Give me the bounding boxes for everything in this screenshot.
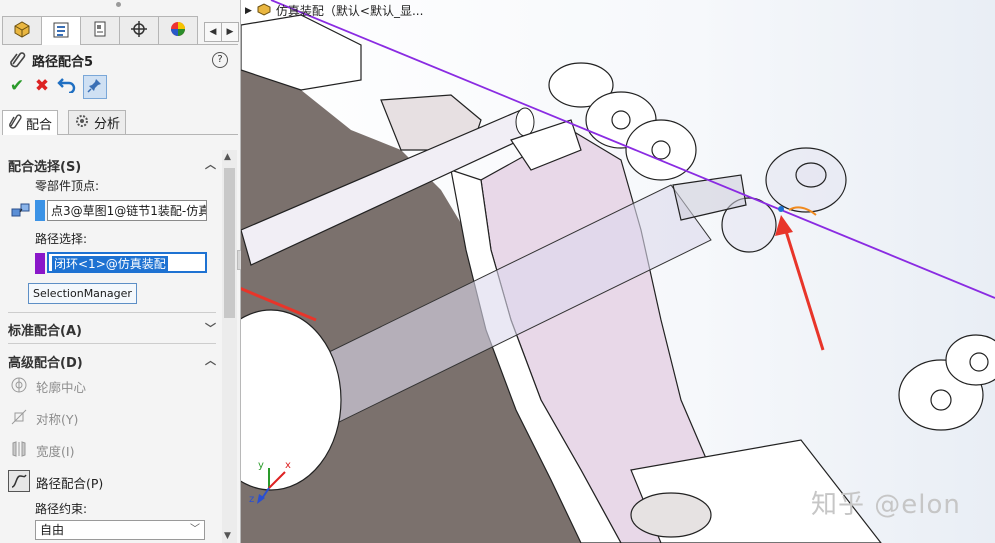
- assembly-model: y x z: [241, 0, 995, 543]
- tab-mates-label: 配合: [26, 117, 53, 133]
- page-title: 路径配合5: [32, 55, 94, 70]
- width-icon: [8, 438, 30, 460]
- tab-scroll-left[interactable]: ◀: [204, 22, 222, 42]
- path-selection-field[interactable]: 闭环<1>@仿真装配: [47, 252, 207, 273]
- triad-z-label: z: [249, 494, 254, 505]
- watermark: 知乎 @elon: [811, 490, 961, 520]
- path-constraint-value: 自由: [40, 523, 65, 537]
- help-button[interactable]: ?: [212, 52, 228, 68]
- mate-selections-title: 配合选择(S): [8, 160, 82, 175]
- tab-scroll-right[interactable]: ▶: [221, 22, 239, 42]
- ok-button[interactable]: ✔: [6, 75, 28, 97]
- feature-tree-flyout[interactable]: ▶ 仿真装配（默认<默认_显...: [245, 2, 423, 19]
- tab-display-manager[interactable]: [158, 16, 198, 44]
- path-selection-color: [35, 253, 45, 274]
- undo-button[interactable]: [56, 75, 78, 97]
- triad-y-label: y: [258, 460, 264, 471]
- symmetric-mate[interactable]: 对称(Y): [8, 406, 208, 428]
- chain-links-lower: [898, 334, 995, 431]
- symmetric-label: 对称(Y): [36, 412, 79, 427]
- checkmark-icon: ✔: [9, 76, 25, 96]
- assembly-icon: [256, 2, 272, 19]
- tab-analysis-label: 分析: [94, 117, 121, 132]
- selection-manager-button[interactable]: SelectionManager: [28, 283, 137, 304]
- standard-mates-header[interactable]: 标准配合(A) ﹀: [8, 320, 218, 339]
- display-manager-icon: [169, 20, 187, 41]
- paperclip-icon: [8, 50, 26, 71]
- standard-mates-title: 标准配合(A): [8, 324, 82, 339]
- manager-tab-strip: ◀ ▶: [2, 16, 239, 45]
- chevron-up-icon[interactable]: ︿: [205, 156, 216, 172]
- property-manager-panel: ◀ ▶ 路径配合5 ? ✔ ✖ 配合 分析 配合选择(S) ︿ 零部件顶点: 点…: [0, 0, 241, 543]
- paperclip-icon: [8, 113, 22, 133]
- vertex-selection-color: [35, 200, 45, 221]
- triad-x-label: x: [285, 460, 291, 471]
- panel-scrollbar[interactable]: ▲ ▼: [222, 150, 237, 543]
- cancel-button[interactable]: ✖: [31, 75, 53, 97]
- pushpin-icon: [87, 77, 103, 98]
- component-vertex-label: 零部件顶点:: [35, 179, 100, 193]
- path-selection-label: 路径选择:: [35, 232, 88, 246]
- path-constraint-label: 路径约束:: [35, 502, 88, 516]
- close-icon: ✖: [34, 76, 50, 96]
- configuration-manager-icon: [91, 20, 109, 41]
- graphics-viewport[interactable]: y x z ▶ 仿真装配（默认<默认_显... 知乎 @elon: [241, 0, 995, 543]
- scrollbar-thumb[interactable]: [224, 168, 235, 318]
- tab-analysis[interactable]: 分析: [68, 110, 127, 134]
- advanced-mates-header[interactable]: 高级配合(D) ︿: [8, 352, 218, 371]
- profile-center-icon: [8, 374, 30, 396]
- tab-property-manager[interactable]: [41, 16, 81, 45]
- profile-center-label: 轮廓中心: [36, 380, 87, 395]
- keep-visible-pin-button[interactable]: [83, 75, 107, 99]
- component-vertex-icon: [10, 201, 32, 224]
- base-hole: [630, 492, 712, 538]
- divider: [8, 312, 216, 313]
- property-manager-icon: [52, 21, 70, 42]
- profile-center-mate[interactable]: 轮廓中心: [8, 374, 208, 396]
- mate-subtab-strip: 配合 分析: [2, 110, 238, 135]
- scroll-down-icon[interactable]: ▼: [224, 531, 231, 541]
- path-mate[interactable]: 路径配合(P): [8, 470, 208, 492]
- tab-mates[interactable]: 配合: [2, 110, 59, 135]
- tab-dimxpert-manager[interactable]: [119, 16, 159, 44]
- mate-selections-header[interactable]: 配合选择(S) ︿: [8, 156, 218, 175]
- path-constraint-select[interactable]: 自由 ﹀: [35, 520, 205, 540]
- chevron-down-icon[interactable]: ﹀: [205, 320, 216, 336]
- tab-configuration-manager[interactable]: [80, 16, 120, 44]
- advanced-mates-title: 高级配合(D): [8, 356, 83, 371]
- expand-arrow-icon[interactable]: ▶: [245, 6, 252, 16]
- feature-manager-icon: [12, 20, 32, 41]
- annotation-arrow-right: [775, 215, 825, 351]
- scroll-up-icon[interactable]: ▲: [224, 152, 231, 162]
- width-label: 宽度(I): [36, 444, 75, 459]
- component-vertex-field[interactable]: 点3@草图1@链节1装配-仿真: [47, 200, 207, 221]
- tab-feature-manager[interactable]: [2, 16, 42, 44]
- rod-end: [515, 107, 535, 137]
- path-mate-icon: [8, 470, 30, 492]
- panel-grip[interactable]: [116, 2, 121, 7]
- crosshair-icon: [130, 20, 148, 41]
- feature-title-row: 路径配合5 ?: [8, 50, 232, 70]
- chevron-down-icon: ﹀: [190, 524, 200, 535]
- undo-icon: [57, 75, 77, 98]
- symmetric-icon: [8, 406, 30, 428]
- path-mate-label: 路径配合(P): [36, 476, 104, 491]
- component-vertex-marker: [778, 206, 784, 212]
- assembly-title: 仿真装配（默认<默认_显...: [275, 4, 424, 18]
- divider: [8, 343, 216, 344]
- width-mate[interactable]: 宽度(I): [8, 438, 208, 460]
- chevron-up-icon[interactable]: ︿: [205, 352, 216, 368]
- analysis-gear-icon: [74, 113, 90, 133]
- path-selection-value: 闭环<1>@仿真装配: [52, 256, 168, 271]
